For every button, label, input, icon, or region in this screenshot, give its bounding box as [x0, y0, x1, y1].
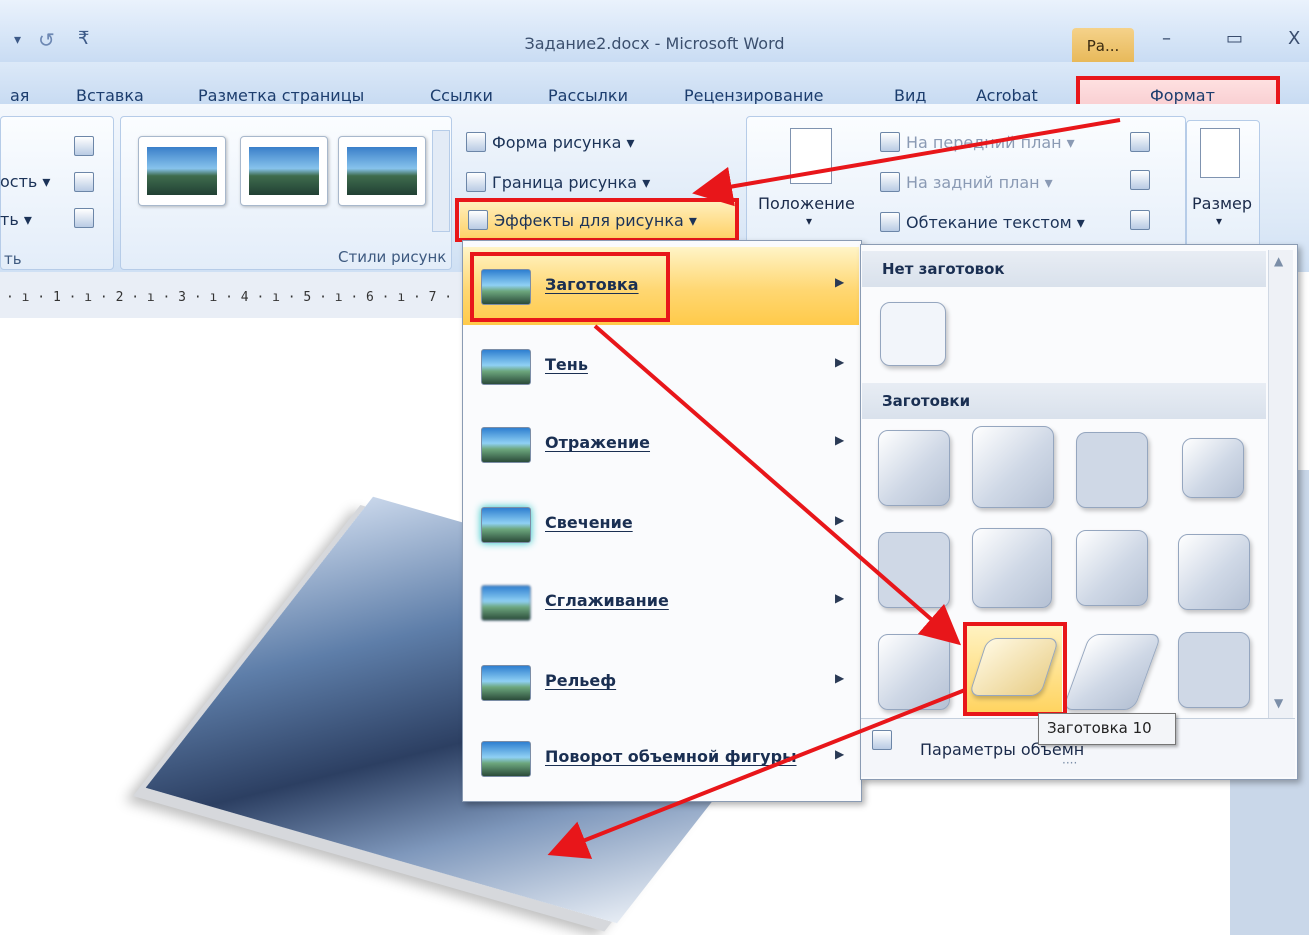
arrow-format-to-effects: [692, 118, 1121, 207]
arrow-tile-to-picture: [547, 688, 966, 859]
annotation-arrows: [547, 118, 1121, 859]
arrow-preset-to-tile: [593, 324, 962, 646]
